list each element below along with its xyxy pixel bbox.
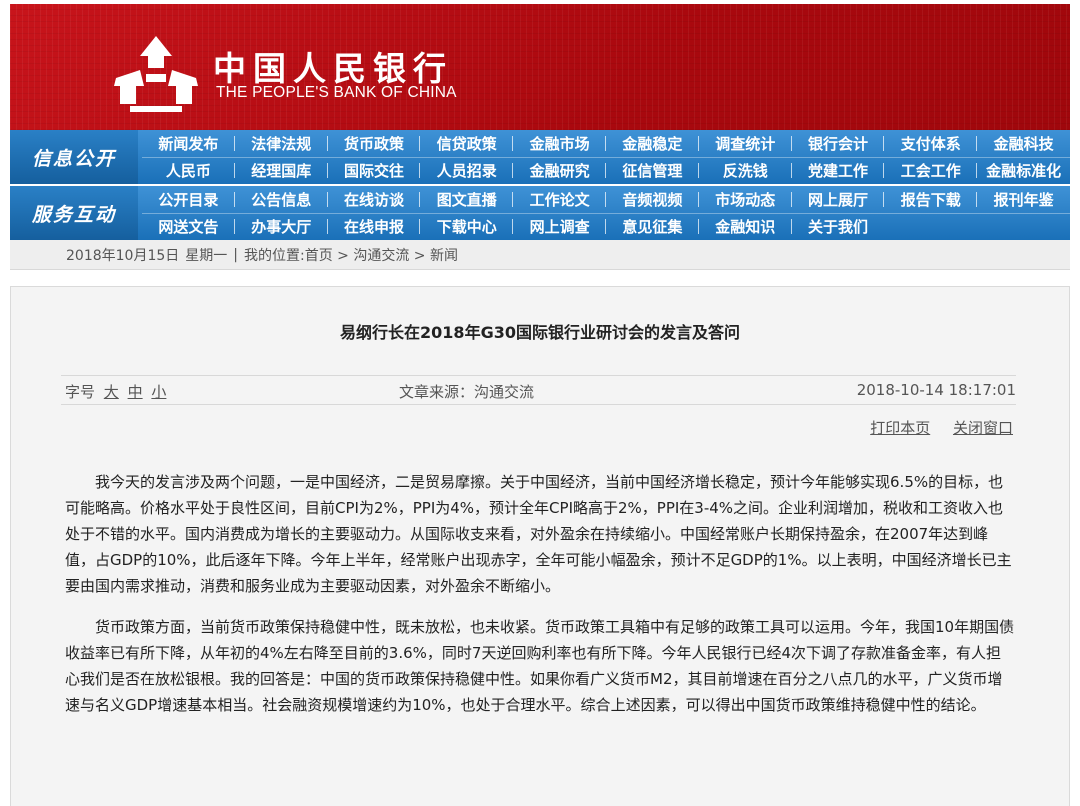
nav-item-live-text[interactable]: 图文直播 <box>420 186 513 213</box>
nav-item-online-filing[interactable]: 在线申报 <box>328 213 421 240</box>
nav-item-financial-market[interactable]: 金融市场 <box>513 130 606 157</box>
font-size-small-link[interactable]: 小 <box>151 383 166 401</box>
article-panel: 易纲行长在2018年G30国际银行业研讨会的发言及答问 字号 大 中 小 文章来… <box>10 286 1070 806</box>
article-meta-bar: 字号 大 中 小 文章来源：沟通交流 2018-10-14 18:17:01 <box>61 375 1016 405</box>
logo-english-name: THE PEOPLE'S BANK OF CHINA <box>216 84 457 101</box>
article-source: 文章来源：沟通交流 <box>399 383 535 401</box>
font-size-medium-link[interactable]: 中 <box>128 383 143 401</box>
nav-item-recruitment[interactable]: 人员招录 <box>420 157 513 184</box>
nav-item-research[interactable]: 金融研究 <box>513 157 606 184</box>
nav-item-about-us[interactable]: 关于我们 <box>792 213 885 240</box>
nav-row-service-interaction: 服务互动 公开目录 公告信息 在线访谈 图文直播 工作论文 音频视频 市场动态 … <box>10 186 1070 240</box>
nav-item-financial-stability[interactable]: 金融稳定 <box>606 130 699 157</box>
nav-item-news-release[interactable]: 新闻发布 <box>142 130 235 157</box>
nav-category-service-interaction[interactable]: 服务互动 <box>10 186 138 240</box>
close-window-link[interactable]: 关闭窗口 <box>953 419 1013 437</box>
nav-item-monetary-policy[interactable]: 货币政策 <box>328 130 421 157</box>
breadcrumb-location[interactable]: 我的位置:首页 > 沟通交流 > 新闻 <box>244 245 458 265</box>
nav-item-party-building[interactable]: 党建工作 <box>792 157 885 184</box>
nav-item-fintech[interactable]: 金融科技 <box>977 130 1070 157</box>
nav-item-service-hall[interactable]: 办事大厅 <box>235 213 328 240</box>
article-datetime: 2018-10-14 18:17:01 <box>856 381 1016 399</box>
nav-item-download-center[interactable]: 下载中心 <box>420 213 513 240</box>
header-banner: 中国人民银行 THE PEOPLE'S BANK OF CHINA <box>10 4 1070 130</box>
nav-category-info-disclosure[interactable]: 信息公开 <box>10 130 138 184</box>
nav-grid-service-interaction: 公开目录 公告信息 在线访谈 图文直播 工作论文 音频视频 市场动态 网上展厅 … <box>142 186 1070 240</box>
nav-item-online-survey[interactable]: 网上调查 <box>513 213 606 240</box>
article-paragraph: 货币政策方面，当前货币政策保持稳健中性，既未放松，也未收紧。货币政策工具箱中有足… <box>65 618 1015 714</box>
nav-item-online-interview[interactable]: 在线访谈 <box>328 186 421 213</box>
nav-item-online-notices[interactable]: 网送文告 <box>142 213 235 240</box>
font-size-large-link[interactable]: 大 <box>104 383 119 401</box>
nav-item-credit-policy[interactable]: 信贷政策 <box>420 130 513 157</box>
current-date: 2018年10月15日 <box>66 247 180 264</box>
article-paragraph: 我今天的发言涉及两个问题，一是中国经济，二是贸易摩擦。关于中国经济，当前中国经济… <box>65 473 1012 595</box>
nav-item-laws[interactable]: 法律法规 <box>235 130 328 157</box>
nav-item-working-papers[interactable]: 工作论文 <box>513 186 606 213</box>
nav-item-yearbooks[interactable]: 报刊年鉴 <box>977 186 1070 213</box>
pboc-emblem-icon <box>114 36 198 112</box>
nav-item-online-exhibition[interactable]: 网上展厅 <box>792 186 885 213</box>
nav-item-bank-accounting[interactable]: 银行会计 <box>792 130 885 157</box>
current-weekday: 星期一 <box>185 247 228 264</box>
article-title: 易纲行长在2018年G30国际银行业研讨会的发言及答问 <box>340 323 740 342</box>
nav-item-statistics[interactable]: 调查统计 <box>699 130 792 157</box>
nav-item-international[interactable]: 国际交往 <box>328 157 421 184</box>
nav-item-audio-video[interactable]: 音频视频 <box>606 186 699 213</box>
article-tools: 打印本页 关闭窗口 <box>852 417 1013 438</box>
nav-item-payment-system[interactable]: 支付体系 <box>884 130 977 157</box>
nav-item-anti-money-laundering[interactable]: 反洗钱 <box>699 157 792 184</box>
nav-item-rmb[interactable]: 人民币 <box>142 157 235 184</box>
nav-item-feedback[interactable]: 意见征集 <box>606 213 699 240</box>
nav-grid-info-disclosure: 新闻发布 法律法规 货币政策 信贷政策 金融市场 金融稳定 调查统计 银行会计 … <box>142 130 1070 184</box>
breadcrumb: 2018年10月15日 星期一 | 我的位置:首页 > 沟通交流 > 新闻 <box>10 240 1070 270</box>
font-size-label: 字号 <box>65 383 96 401</box>
nav-item-financial-knowledge[interactable]: 金融知识 <box>699 213 792 240</box>
breadcrumb-separator: | <box>233 246 238 263</box>
nav-item-market-news[interactable]: 市场动态 <box>699 186 792 213</box>
font-size-controls: 字号 大 中 小 <box>65 381 166 402</box>
logo-chinese-name: 中国人民银行 <box>213 49 453 88</box>
nav-item-announcements[interactable]: 公告信息 <box>235 186 328 213</box>
nav-item-credit-management[interactable]: 征信管理 <box>606 157 699 184</box>
nav-item-public-catalog[interactable]: 公开目录 <box>142 186 235 213</box>
article-body: 我今天的发言涉及两个问题，一是中国经济，二是贸易摩擦。关于中国经济，当前中国经济… <box>65 469 1015 733</box>
print-page-link[interactable]: 打印本页 <box>870 419 930 437</box>
nav-row-info-disclosure: 信息公开 新闻发布 法律法规 货币政策 信贷政策 金融市场 金融稳定 调查统计 … <box>10 130 1070 184</box>
nav-item-financial-standards[interactable]: 金融标准化 <box>977 157 1070 184</box>
nav-item-treasury[interactable]: 经理国库 <box>235 157 328 184</box>
nav-item-report-download[interactable]: 报告下载 <box>884 186 977 213</box>
nav-item-union-work[interactable]: 工会工作 <box>884 157 977 184</box>
main-navigation: 信息公开 新闻发布 法律法规 货币政策 信贷政策 金融市场 金融稳定 调查统计 … <box>10 130 1070 240</box>
